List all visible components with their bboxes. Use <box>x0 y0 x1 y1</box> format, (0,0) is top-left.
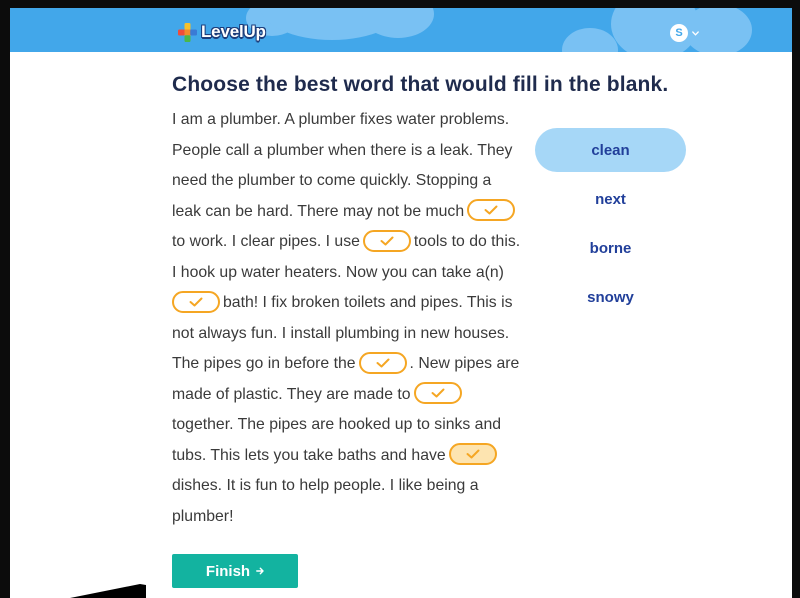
passage-text: dishes. It is fun to help people. I like… <box>172 477 479 494</box>
passage-line: to work. I clear pipes. I use tools to do… <box>172 227 520 258</box>
screen: LevelUp S Choose the best word that woul… <box>0 0 800 598</box>
passage-text: together. The pipes are hooked up to sin… <box>172 416 502 433</box>
checkmark-icon <box>431 388 445 398</box>
cloud-shape <box>562 28 618 52</box>
passage-text: People call a plumber when there is a le… <box>172 141 513 159</box>
passage-line: together. The pipes are hooked up to sin… <box>172 410 520 441</box>
passage-text: I hook up water heaters. Now you can tak… <box>172 263 504 281</box>
choice-next[interactable]: next <box>535 177 686 221</box>
checkmark-icon <box>189 297 203 307</box>
passage-text: bath! I fix broken toilets and pipes. Th… <box>223 294 513 311</box>
passage-text: The pipes go in before the <box>172 355 356 372</box>
blank-5[interactable] <box>413 382 462 405</box>
blank-6[interactable] <box>448 443 497 466</box>
passage-text: to work. I clear pipes. I use <box>172 233 360 250</box>
account-menu-button[interactable]: S <box>670 24 699 42</box>
passage-text: tools to do this. <box>413 233 521 250</box>
levelup-logo-icon <box>178 22 197 42</box>
finish-label: Finish <box>205 562 251 580</box>
choice-label: next <box>595 190 626 208</box>
blank-4[interactable] <box>358 351 407 374</box>
choice-label: clean <box>591 141 630 159</box>
blank-1[interactable] <box>467 199 516 222</box>
passage-text: need the plumber to come quickly. Stoppi… <box>172 172 492 189</box>
passage-line: leak can be hard. There may not be much <box>172 197 520 228</box>
blank-3[interactable] <box>172 290 220 313</box>
passage-text: not always fun. I install plumbing in ne… <box>172 324 510 342</box>
passage: I am a plumber. A plumber fixes water pr… <box>172 105 520 532</box>
passage-line: dishes. It is fun to help people. I like… <box>172 471 520 502</box>
passage-line: The pipes go in before the . New pipes ar… <box>172 349 520 380</box>
avatar: S <box>670 24 688 42</box>
checkmark-icon <box>376 358 390 368</box>
passage-text: I am a plumber. A plumber fixes water pr… <box>172 111 510 128</box>
word-choices: clean next borne snowy <box>535 128 686 324</box>
logo-wordmark: LevelUp <box>201 22 266 41</box>
passage-text: leak can be hard. There may not be much <box>172 202 465 220</box>
choice-label: snowy <box>587 288 634 306</box>
arrow-right-icon <box>256 567 264 575</box>
passage-line: need the plumber to come quickly. Stoppi… <box>172 166 520 197</box>
passage-line: bath! I fix broken toilets and pipes. Th… <box>172 288 520 319</box>
passage-line: I am a plumber. A plumber fixes water pr… <box>172 105 520 136</box>
passage-text: plumber! <box>172 507 234 525</box>
passage-text: made of plastic. They are made to <box>172 385 411 403</box>
passage-line: I hook up water heaters. Now you can tak… <box>172 258 520 289</box>
finish-button[interactable]: Finish <box>172 554 298 588</box>
passage-line: tubs. This lets you take baths and have <box>172 441 520 472</box>
passage-text: tubs. This lets you take baths and have <box>172 446 446 464</box>
checkmark-icon <box>466 449 480 459</box>
passage-line: not always fun. I install plumbing in ne… <box>172 319 520 350</box>
choice-label: borne <box>589 239 632 257</box>
checkmark-icon <box>484 205 498 215</box>
app-header: LevelUp S <box>10 8 792 52</box>
checkmark-icon <box>380 236 394 246</box>
passage-line: made of plastic. They are made to <box>172 380 520 411</box>
blank-2[interactable] <box>362 229 411 252</box>
choice-snowy[interactable]: snowy <box>535 275 686 319</box>
levelup-logo: LevelUp <box>178 22 266 42</box>
choice-clean[interactable]: clean <box>535 128 686 172</box>
passage-line: plumber! <box>172 502 520 533</box>
passage-line: People call a plumber when there is a le… <box>172 136 520 167</box>
choice-borne[interactable]: borne <box>535 226 686 270</box>
passage-text: . New pipes are <box>409 355 520 372</box>
app-window: LevelUp S Choose the best word that woul… <box>10 8 792 598</box>
chevron-down-icon <box>692 30 699 36</box>
question-prompt: Choose the best word that would fill in … <box>172 73 669 96</box>
